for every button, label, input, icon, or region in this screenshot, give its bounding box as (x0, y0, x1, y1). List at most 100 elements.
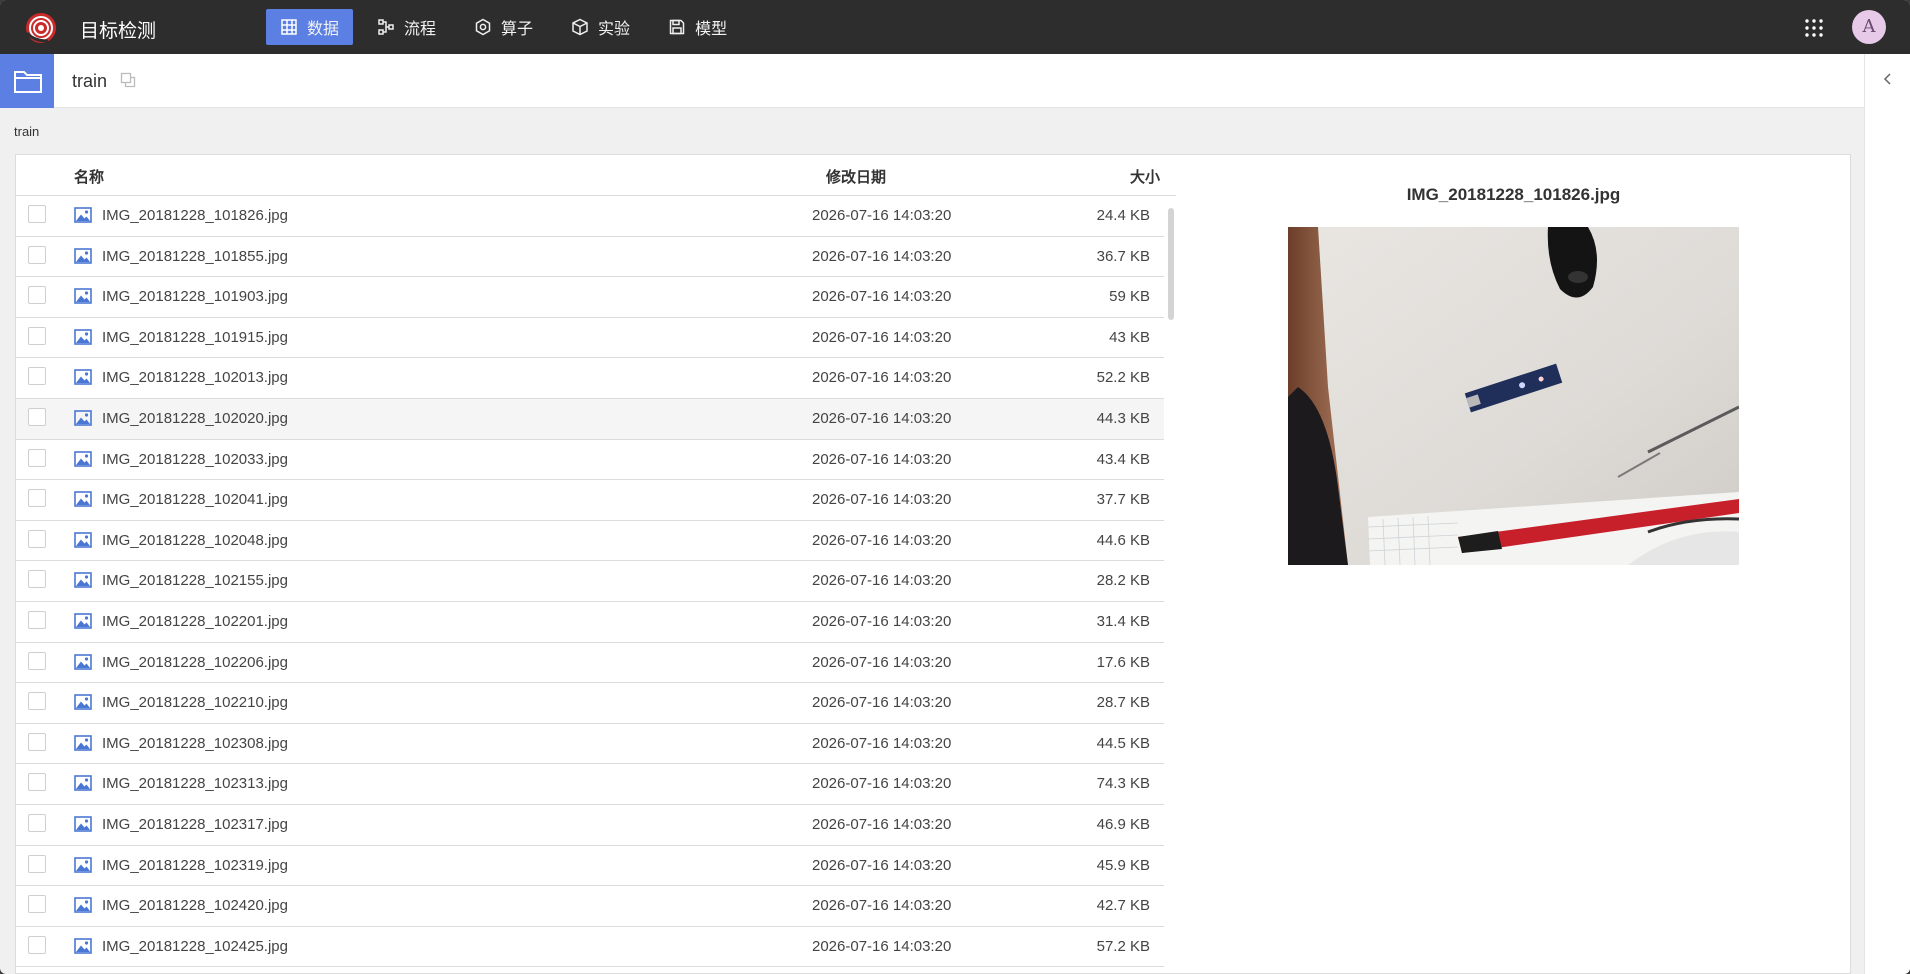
file-name[interactable]: IMG_20181228_102313.jpg (102, 775, 288, 792)
file-name[interactable]: IMG_20181228_102425.jpg (102, 938, 288, 955)
file-name[interactable]: IMG_20181228_102308.jpg (102, 735, 288, 752)
copy-icon[interactable] (120, 72, 136, 88)
list-scrollbar[interactable] (1166, 196, 1176, 973)
row-checkbox[interactable] (28, 732, 46, 751)
image-file-icon (74, 531, 92, 548)
file-name[interactable]: IMG_20181228_102033.jpg (102, 451, 288, 468)
table-row[interactable]: IMG_20181228_102033.jpg 2026-07-16 14:03:… (16, 440, 1164, 481)
table-row[interactable]: IMG_20181228_102020.jpg 2026-07-16 14:03:… (16, 398, 1164, 440)
table-row[interactable]: IMG_20181228_102041.jpg 2026-07-16 14:03:… (16, 480, 1164, 521)
apps-grid-icon[interactable] (1804, 18, 1824, 38)
column-header-name[interactable]: 名称 (74, 166, 104, 187)
folder-name: train (72, 71, 108, 91)
row-checkbox[interactable] (28, 489, 46, 508)
file-name[interactable]: IMG_20181228_102013.jpg (102, 369, 288, 386)
table-row[interactable]: IMG_20181228_102210.jpg 2026-07-16 14:03:… (16, 683, 1164, 724)
file-date: 2026-07-16 14:03:20 (812, 815, 952, 833)
image-file-icon (74, 288, 92, 304)
file-size: 37.7 KB (1096, 491, 1150, 509)
image-file-icon (74, 369, 92, 386)
column-header-date[interactable]: 修改日期 (826, 166, 886, 187)
row-checkbox[interactable] (28, 407, 46, 426)
chevron-left-icon[interactable] (1881, 72, 1895, 86)
file-name[interactable]: IMG_20181228_102420.jpg (102, 897, 288, 914)
file-date: 2026-07-16 14:03:20 (812, 937, 952, 955)
row-checkbox[interactable] (28, 854, 46, 873)
row-checkbox[interactable] (28, 610, 46, 629)
table-row[interactable]: IMG_20181228_102308.jpg 2026-07-16 14:03:… (16, 724, 1164, 765)
file-size: 43 KB (1109, 328, 1150, 346)
file-size: 59 KB (1109, 288, 1150, 306)
image-file-icon (74, 816, 92, 832)
right-collapse-rail (1864, 54, 1910, 974)
file-name[interactable]: IMG_20181228_102155.jpg (102, 572, 288, 589)
breadcrumb[interactable]: train (14, 124, 39, 139)
file-name[interactable]: IMG_20181228_101826.jpg (102, 207, 288, 224)
table-row[interactable]: IMG_20181228_102155.jpg 2026-07-16 14:03:… (16, 561, 1164, 602)
row-checkbox[interactable] (28, 529, 46, 548)
nav-operator[interactable]: 算子 (460, 9, 547, 45)
nav-experiment-label: 实验 (598, 19, 631, 38)
table-row[interactable]: IMG_20181228_101915.jpg 2026-07-16 14:03:… (16, 318, 1164, 359)
file-name[interactable]: IMG_20181228_102048.jpg (102, 532, 288, 549)
table-row[interactable]: IMG_20181228_102420.jpg 2026-07-16 14:03:… (16, 886, 1164, 927)
row-checkbox[interactable] (28, 813, 46, 832)
file-size: 44.6 KB (1096, 531, 1150, 549)
image-file-icon (74, 775, 92, 792)
row-checkbox[interactable] (28, 773, 46, 792)
table-row[interactable]: IMG_20181228_102201.jpg 2026-07-16 14:03:… (16, 602, 1164, 643)
top-bar: 目标检测 数据 流程 算子 实验 模型 A (0, 0, 1910, 54)
image-file-icon (74, 328, 92, 345)
row-checkbox[interactable] (28, 935, 46, 954)
row-checkbox[interactable] (28, 692, 46, 711)
file-name[interactable]: IMG_20181228_101915.jpg (102, 329, 288, 346)
table-row[interactable]: IMG_20181228_102317.jpg 2026-07-16 14:03:… (16, 805, 1164, 846)
row-checkbox[interactable] (28, 651, 46, 670)
row-checkbox[interactable] (28, 326, 46, 345)
column-header-size[interactable]: 大小 (1130, 166, 1160, 187)
table-row[interactable]: IMG_20181228_102013.jpg 2026-07-16 14:03:… (16, 358, 1164, 399)
file-name[interactable]: IMG_20181228_102319.jpg (102, 857, 288, 874)
row-checkbox[interactable] (28, 367, 46, 386)
row-checkbox[interactable] (28, 286, 46, 305)
row-checkbox[interactable] (28, 205, 46, 223)
folder-tab[interactable] (0, 54, 54, 108)
file-size: 28.2 KB (1096, 572, 1150, 590)
nav-model[interactable]: 模型 (654, 9, 741, 45)
file-name[interactable]: IMG_20181228_101855.jpg (102, 248, 288, 265)
nav-data[interactable]: 数据 (266, 9, 354, 45)
file-size: 24.4 KB (1096, 207, 1150, 224)
file-date: 2026-07-16 14:03:20 (812, 572, 952, 590)
scrollbar-thumb[interactable] (1168, 208, 1174, 320)
app-logo-icon[interactable] (24, 11, 58, 45)
file-name[interactable]: IMG_20181228_102210.jpg (102, 694, 288, 711)
image-file-icon (74, 410, 92, 426)
nav-experiment[interactable]: 实验 (557, 9, 644, 45)
file-name[interactable]: IMG_20181228_102041.jpg (102, 491, 288, 508)
table-row[interactable]: IMG_20181228_102206.jpg 2026-07-16 14:03:… (16, 643, 1164, 684)
user-avatar[interactable]: A (1852, 10, 1886, 44)
table-row[interactable]: IMG_20181228_102319.jpg 2026-07-16 14:03:… (16, 846, 1164, 887)
file-date: 2026-07-16 14:03:20 (812, 734, 952, 752)
file-date: 2026-07-16 14:03:20 (812, 409, 952, 427)
file-name[interactable]: IMG_20181228_101903.jpg (102, 288, 288, 305)
file-name[interactable]: IMG_20181228_102201.jpg (102, 613, 288, 630)
row-checkbox[interactable] (28, 895, 46, 914)
file-size: 17.6 KB (1096, 653, 1150, 671)
row-checkbox[interactable] (28, 245, 46, 264)
table-row[interactable]: IMG_20181228_101903.jpg 2026-07-16 14:03:… (16, 277, 1164, 318)
row-checkbox[interactable] (28, 448, 46, 467)
nav-flow[interactable]: 流程 (363, 9, 450, 45)
file-name[interactable]: IMG_20181228_102206.jpg (102, 654, 288, 671)
file-date: 2026-07-16 14:03:20 (812, 694, 952, 712)
preview-title: IMG_20181228_101826.jpg (1406, 185, 1621, 204)
file-name[interactable]: IMG_20181228_102317.jpg (102, 816, 288, 833)
file-name[interactable]: IMG_20181228_102020.jpg (102, 410, 288, 427)
table-row[interactable]: IMG_20181228_101826.jpg 2026-07-16 14:03:… (16, 196, 1164, 237)
table-row[interactable]: IMG_20181228_102425.jpg 2026-07-16 14:03:… (16, 927, 1164, 968)
row-checkbox[interactable] (28, 570, 46, 589)
file-size: 44.3 KB (1096, 409, 1150, 427)
table-row[interactable]: IMG_20181228_102313.jpg 2026-07-16 14:03:… (16, 764, 1164, 805)
table-row[interactable]: IMG_20181228_101855.jpg 2026-07-16 14:03:… (16, 237, 1164, 278)
table-row[interactable]: IMG_20181228_102048.jpg 2026-07-16 14:03:… (16, 521, 1164, 562)
